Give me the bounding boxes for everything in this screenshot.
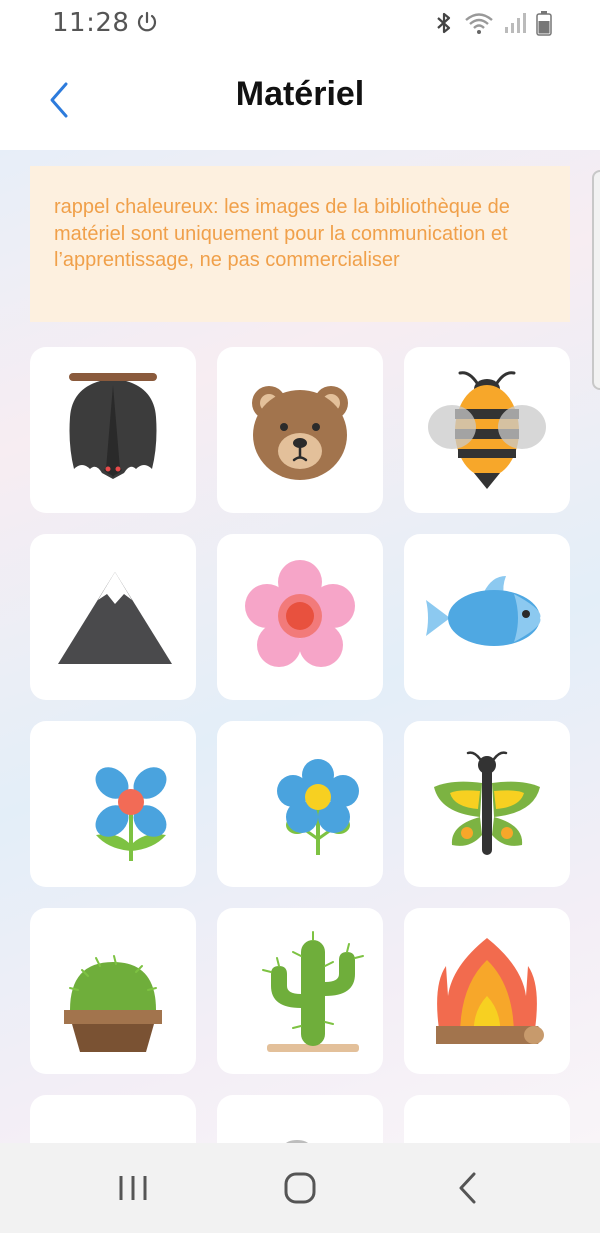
home-icon[interactable] (275, 1168, 325, 1208)
scroll-handle[interactable] (592, 170, 600, 390)
page-title: Matériel (235, 75, 365, 113)
partial-icon (286, 1140, 308, 1143)
blue-flower-icon (95, 767, 167, 861)
material-tile-bear[interactable] (217, 347, 383, 513)
material-tile[interactable] (404, 1095, 570, 1143)
status-bar: 11:28 (0, 0, 600, 50)
mountain-icon (58, 572, 172, 664)
material-tile-mountain[interactable] (30, 534, 196, 700)
material-tile-bat[interactable] (30, 347, 196, 513)
bee-icon (428, 371, 546, 489)
battery-icon (536, 11, 552, 36)
warm-reminder-notice: rappel chaleureux: les images de la bibl… (30, 166, 570, 322)
status-time: 11:28 (52, 8, 130, 38)
material-tile-blue-flower[interactable] (30, 721, 196, 887)
back-icon[interactable] (443, 1168, 493, 1208)
material-tile-campfire[interactable] (404, 908, 570, 1074)
daisy-icon (277, 759, 359, 855)
material-tile-fish[interactable] (404, 534, 570, 700)
notice-text: rappel chaleureux: les images de la bibl… (54, 196, 510, 271)
campfire-icon (436, 938, 544, 1044)
material-tile-pink-flower[interactable] (217, 534, 383, 700)
power-icon (137, 11, 157, 32)
material-tile-butterfly[interactable] (404, 721, 570, 887)
pink-flower-icon (245, 560, 355, 667)
signal-icon (505, 13, 526, 33)
material-tile-daisy[interactable] (217, 721, 383, 887)
material-tile[interactable] (30, 1095, 196, 1143)
potted-cactus-icon (64, 955, 162, 1052)
app-header: Matériel (0, 50, 600, 150)
bear-icon (252, 386, 348, 480)
material-library[interactable]: rappel chaleureux: les images de la bibl… (0, 150, 600, 1143)
recent-apps-icon[interactable] (108, 1168, 158, 1208)
material-tile[interactable] (217, 1095, 383, 1143)
bluetooth-icon (437, 12, 451, 34)
material-tile-potted-cactus[interactable] (30, 908, 196, 1074)
bat-icon (69, 373, 157, 479)
fish-icon (426, 576, 541, 646)
system-nav-bar (0, 1143, 600, 1233)
material-tile-desert-cactus[interactable] (217, 908, 383, 1074)
desert-cactus-icon (262, 931, 364, 1052)
material-tile-bee[interactable] (404, 347, 570, 513)
wifi-icon (465, 13, 493, 34)
butterfly-icon (434, 751, 540, 855)
